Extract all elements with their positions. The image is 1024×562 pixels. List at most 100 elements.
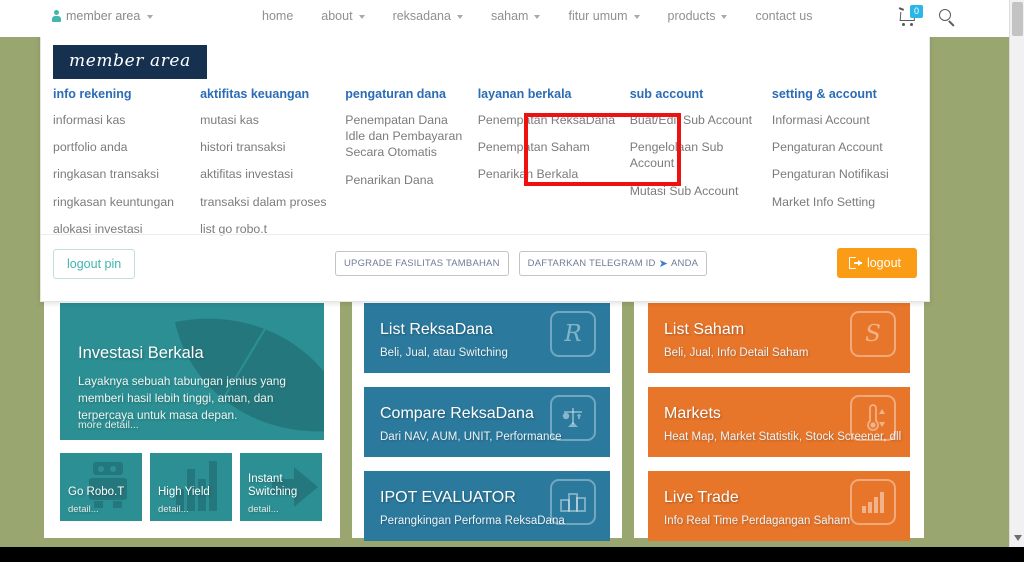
menu-item-label: saham: [490, 9, 529, 23]
search-handle: [948, 20, 955, 27]
shopping-cart-icon[interactable]: 0: [898, 5, 925, 29]
mini-card-detail[interactable]: detail...: [158, 504, 189, 515]
card-subtitle: Perangkingan Performa ReksaDana: [380, 515, 565, 527]
robot-icon: [87, 462, 129, 508]
mini-card-detail[interactable]: detail...: [248, 504, 279, 515]
menu-item-label: about: [321, 9, 353, 23]
menu-link-informasi-account[interactable]: Informasi Account: [772, 112, 907, 128]
menu-link-penempatan-saham[interactable]: Penempatan Saham: [478, 139, 618, 155]
mini-card-group: Go Robo.T detail... High Yield detail...…: [60, 453, 322, 521]
scroll-down-arrow-icon[interactable]: [1013, 535, 1022, 541]
card-markets[interactable]: Markets Heat Map, Market Statistik, Stoc…: [648, 387, 910, 457]
r-letter-icon: R: [550, 311, 596, 357]
menu-link-pengaturan-notifikasi[interactable]: Pengaturan Notifikasi: [772, 166, 907, 182]
nav-icons-group: 0: [884, 0, 1024, 37]
menu-link-penarikan-berkala[interactable]: Penarikan Berkala: [478, 166, 618, 182]
menu-item-about[interactable]: about: [307, 9, 378, 23]
nav-member-area-label: member area: [66, 9, 141, 23]
card-go-robot[interactable]: Go Robo.T detail...: [60, 453, 142, 521]
menu-item-home[interactable]: home: [248, 9, 307, 23]
menu-item-products[interactable]: products: [654, 9, 742, 23]
menu-link-ringkasan-keuntungan[interactable]: ringkasan keuntungan: [53, 194, 188, 210]
menu-link-portfolio-anda[interactable]: portfolio anda: [53, 139, 188, 155]
column-header: sub account: [629, 87, 704, 101]
logout-button[interactable]: logout: [836, 248, 917, 278]
logout-label: logout: [866, 256, 901, 270]
menu-item-fitur-umum[interactable]: fitur umum: [554, 9, 653, 23]
daftarkan-telegram-button[interactable]: DAFTARKAN TELEGRAM ID ➤ ANDA: [518, 251, 708, 276]
upgrade-label: UPGRADE FASILITAS TAMBAHAN: [344, 258, 500, 269]
footer-mini-buttons: UPGRADE FASILITAS TAMBAHAN DAFTARKAN TEL…: [335, 251, 708, 276]
menu-link-penempatan-dana-idle[interactable]: Penempatan Dana Idle dan Pembayaran Seca…: [345, 112, 465, 161]
card-ipot-evaluator[interactable]: IPOT EVALUATOR Perangkingan Performa Rek…: [364, 471, 610, 541]
menu-link-market-info-setting[interactable]: Market Info Setting: [772, 194, 907, 210]
menu-link-buat-edit-sub-account[interactable]: Buat/Edit Sub Account: [630, 112, 760, 128]
panel-investasi-berkala: Investasi Berkala Layaknya sebuah tabung…: [44, 285, 340, 538]
dropdown-footer: logout pin UPGRADE FASILITAS TAMBAHAN DA…: [41, 234, 929, 301]
card-list-saham[interactable]: List Saham Beli, Jual, Info Detail Saham…: [648, 303, 910, 373]
bar-chart-icon: [850, 479, 896, 525]
telegram-label-post: ANDA: [670, 258, 699, 269]
chevron-down-icon: [534, 15, 541, 19]
menu-link-informasi-kas[interactable]: informasi kas: [53, 112, 188, 128]
telegram-label-pre: DAFTARKAN TELEGRAM ID: [527, 258, 656, 269]
card-more-link[interactable]: more detail...: [78, 419, 139, 431]
cart-wheel: [910, 23, 914, 27]
menu-link-pengelolaan-sub-account[interactable]: Pengelolaan Sub Account: [630, 139, 760, 171]
chevron-down-icon: [358, 15, 365, 19]
menu-link-penarikan-dana[interactable]: Penarikan Dana: [345, 172, 465, 188]
scrollbar-thumb[interactable]: [1012, 2, 1023, 36]
card-title: IPOT EVALUATOR: [380, 489, 516, 506]
menu-item-contact-us[interactable]: contact us: [741, 9, 826, 23]
chevron-down-icon: [147, 15, 154, 19]
menu-item-label: reksadana: [392, 9, 451, 23]
card-high-yield[interactable]: High Yield detail...: [150, 453, 232, 521]
menu-link-penempatan-reksadana[interactable]: Penempatan ReksaDana: [478, 112, 618, 128]
card-live-trade[interactable]: Live Trade Info Real Time Perdagangan Sa…: [648, 471, 910, 541]
member-area-badge: member area: [53, 45, 207, 79]
dropdown-columns: info rekening informasi kas portfolio an…: [53, 87, 919, 248]
dropdown-column-info-rekening: info rekening informasi kas portfolio an…: [53, 87, 200, 248]
mini-card-detail[interactable]: detail...: [68, 504, 99, 515]
menu-item-label: contact us: [755, 9, 813, 23]
mini-card-label: Go Robo.T: [68, 486, 125, 499]
card-title: Investasi Berkala: [78, 344, 204, 362]
nav-member-area[interactable]: member area: [52, 9, 154, 23]
card-title: Compare ReksaDana: [380, 405, 534, 422]
card-compare-reksadana[interactable]: Compare ReksaDana Dari NAV, AUM, UNIT, P…: [364, 387, 610, 457]
menu-link-aktifitas-investasi[interactable]: aktifitas investasi: [200, 166, 333, 182]
search-icon[interactable]: [939, 9, 957, 27]
card-instant-switching[interactable]: Instant Switching detail...: [240, 453, 322, 521]
panel-saham: List Saham Beli, Jual, Info Detail Saham…: [634, 285, 924, 541]
menu-item-label: fitur umum: [568, 9, 628, 23]
chevron-down-icon: [633, 15, 640, 19]
dropdown-column-sub-account: sub account Buat/Edit Sub Account Pengel…: [630, 87, 772, 248]
card-title: List Saham: [664, 321, 745, 338]
card-subtitle: Info Real Time Perdagangan Saham: [664, 515, 851, 527]
thermometer-icon: [850, 395, 896, 441]
menu-link-histori-transaksi[interactable]: histori transaksi: [200, 139, 333, 155]
menu-item-saham[interactable]: saham: [477, 9, 555, 23]
menu-link-transaksi-dalam-proses[interactable]: transaksi dalam proses: [200, 194, 333, 210]
upgrade-fasilitas-button[interactable]: UPGRADE FASILITAS TAMBAHAN: [335, 251, 509, 276]
dropdown-column-pengaturan-dana: pengaturan dana Penempatan Dana Idle dan…: [345, 87, 477, 248]
menu-link-pengaturan-account[interactable]: Pengaturan Account: [772, 139, 907, 155]
menu-link-ringkasan-transaksi[interactable]: ringkasan transaksi: [53, 166, 188, 182]
card-list-reksadana[interactable]: List ReksaDana Beli, Jual, atau Switchin…: [364, 303, 610, 373]
card-investasi-berkala[interactable]: Investasi Berkala Layaknya sebuah tabung…: [60, 303, 324, 440]
menu-item-reksadana[interactable]: reksadana: [379, 9, 477, 23]
s-letter-icon: S: [850, 311, 896, 357]
cart-count-badge: 0: [910, 5, 923, 18]
cart-handle: [898, 7, 905, 11]
menu-link-mutasi-kas[interactable]: mutasi kas: [200, 112, 333, 128]
page-scrollbar[interactable]: [1009, 0, 1024, 547]
chevron-down-icon: [456, 15, 463, 19]
menu-link-mutasi-sub-account[interactable]: Mutasi Sub Account: [630, 183, 760, 199]
dropdown-column-layanan-berkala: layanan berkala Penempatan ReksaDana Pen…: [478, 87, 630, 248]
top-navigation-bar: member area home about reksadana saham f…: [0, 0, 1024, 37]
mini-card-label: High Yield: [158, 486, 210, 499]
logout-pin-button[interactable]: logout pin: [53, 249, 136, 279]
menu-item-label: home: [262, 9, 294, 23]
balance-scale-icon: [550, 395, 596, 441]
page-root: member area home about reksadana saham f…: [0, 0, 1024, 562]
